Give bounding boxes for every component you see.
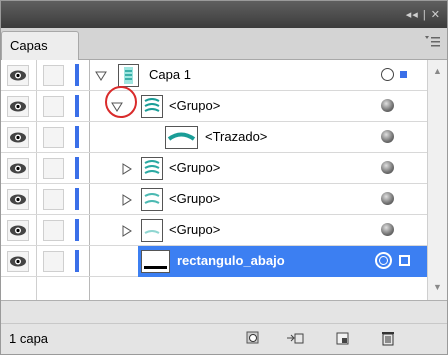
layer-thumbnail (141, 219, 163, 242)
layer-name: Capa 1 (149, 67, 191, 82)
eye-icon[interactable] (7, 251, 29, 272)
tab-capas[interactable]: Capas (1, 31, 79, 60)
layer-row[interactable]: Capa 1 (1, 60, 427, 91)
panel-menu-icon[interactable] (423, 34, 441, 52)
layer-thumbnail (165, 126, 198, 149)
layer-color-bar (75, 219, 79, 241)
callout-circle (105, 86, 137, 118)
layer-row[interactable]: <Trazado> (1, 122, 427, 153)
target-circle-icon[interactable] (381, 99, 394, 112)
layer-name: <Grupo> (169, 191, 221, 206)
target-circle-icon[interactable] (381, 161, 394, 174)
disclosure-triangle-icon[interactable] (121, 225, 133, 237)
lock-toggle[interactable] (43, 251, 64, 272)
layer-row[interactable]: <Grupo> (1, 91, 427, 122)
tab-label: Capas (10, 38, 48, 53)
disclosure-triangle-icon[interactable] (121, 163, 133, 175)
layer-name: <Grupo> (169, 98, 221, 113)
selection-square-icon[interactable] (399, 255, 410, 266)
lock-toggle[interactable] (43, 96, 64, 117)
layer-color-bar (75, 95, 79, 117)
layer-row[interactable]: rectangulo_abajo (1, 246, 427, 277)
new-sublayer-icon[interactable] (286, 330, 304, 346)
layer-name: rectangulo_abajo (177, 253, 285, 268)
layer-row[interactable]: <Grupo> (1, 153, 427, 184)
disclosure-triangle-icon[interactable] (121, 194, 133, 206)
scroll-down-icon[interactable]: ▼ (433, 282, 442, 292)
lock-toggle[interactable] (43, 220, 64, 241)
layer-color-bar (75, 64, 79, 86)
layer-color-bar (75, 157, 79, 179)
layer-row[interactable]: <Grupo> (1, 184, 427, 215)
target-circle-icon[interactable] (381, 68, 394, 81)
eye-icon[interactable] (7, 189, 29, 210)
panel-titlebar: ◂◂ | ✕ (1, 1, 447, 28)
target-circle-icon[interactable] (381, 192, 394, 205)
target-circle-icon[interactable] (381, 223, 394, 236)
new-layer-icon[interactable] (334, 330, 352, 346)
tab-row: Capas (1, 28, 447, 60)
eye-icon[interactable] (7, 220, 29, 241)
scroll-up-icon[interactable]: ▲ (433, 66, 442, 76)
layer-color-bar (75, 126, 79, 148)
layers-panel: ◂◂ | ✕ Capas Capa 1 <Grupo> <Trazado> <G… (0, 0, 448, 355)
lock-toggle[interactable] (43, 127, 64, 148)
selection-indicator (400, 71, 407, 78)
lock-toggle[interactable] (43, 189, 64, 210)
layers-list: Capa 1 <Grupo> <Trazado> <Grupo> <Grupo>… (1, 60, 427, 300)
layer-thumbnail (141, 95, 163, 118)
layer-count: 1 capa (9, 331, 49, 346)
layer-name: <Grupo> (169, 160, 221, 175)
layer-name: <Grupo> (169, 222, 221, 237)
trash-icon[interactable] (379, 330, 397, 346)
target-circle-icon[interactable] (381, 130, 394, 143)
eye-icon[interactable] (7, 96, 29, 117)
layer-row[interactable]: <Grupo> (1, 215, 427, 246)
layer-color-bar (75, 188, 79, 210)
layer-name: <Trazado> (205, 129, 268, 144)
panel-footer: 1 capa (1, 300, 447, 354)
layer-color-bar (75, 250, 79, 272)
lock-toggle[interactable] (43, 65, 64, 86)
layer-thumbnail (141, 157, 163, 180)
eye-icon[interactable] (7, 65, 29, 86)
eye-icon[interactable] (7, 158, 29, 179)
layer-thumbnail (141, 188, 163, 211)
target-circle-icon[interactable] (375, 252, 392, 269)
disclosure-triangle-icon[interactable] (95, 70, 107, 82)
footer-spacer (1, 301, 447, 324)
make-clipping-mask-icon[interactable] (244, 330, 262, 346)
layer-thumbnail (141, 250, 170, 273)
layer-thumbnail (118, 64, 139, 87)
eye-icon[interactable] (7, 127, 29, 148)
lock-toggle[interactable] (43, 158, 64, 179)
titlebar-buttons[interactable]: ◂◂ | ✕ (406, 8, 441, 21)
scrollbar[interactable]: ▲ ▼ (427, 60, 447, 300)
